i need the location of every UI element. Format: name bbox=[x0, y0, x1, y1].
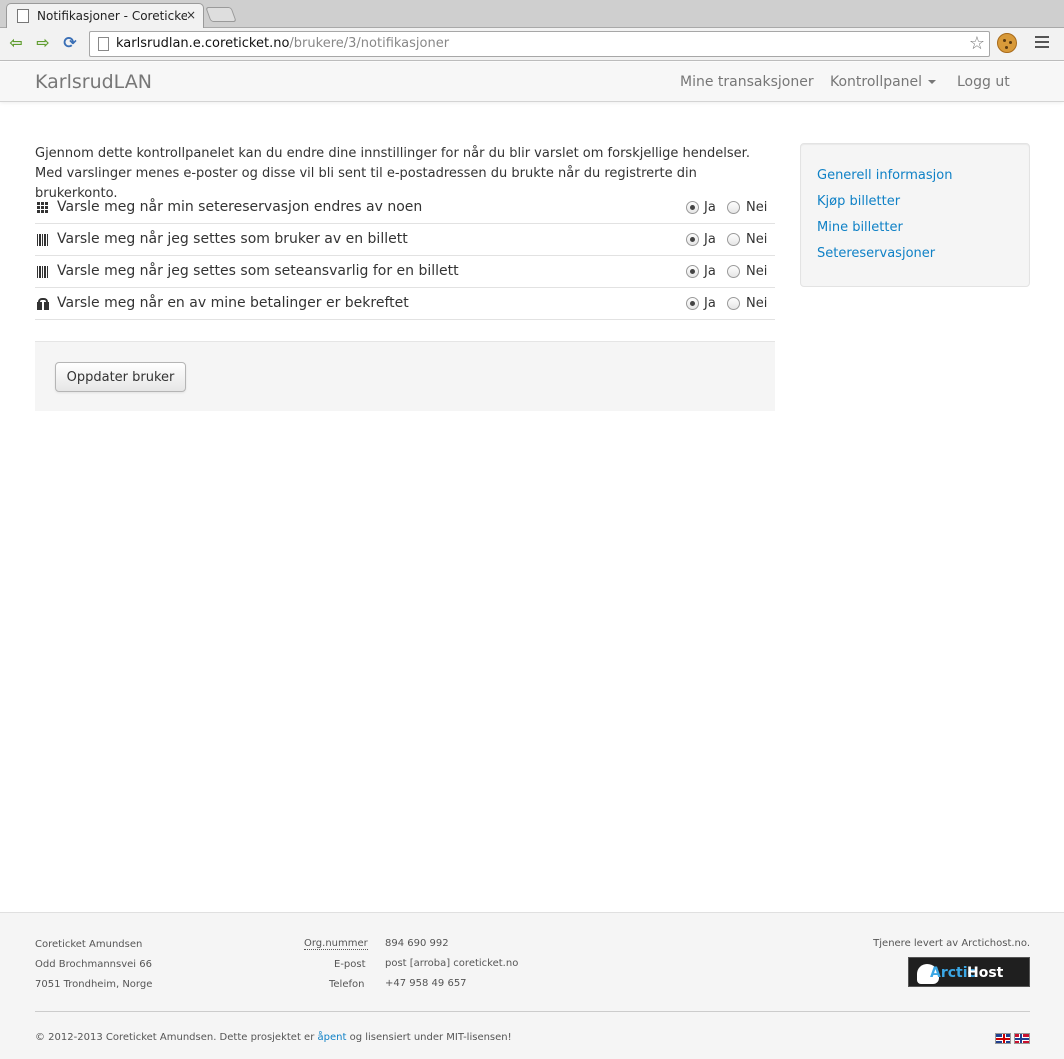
radio-no-label[interactable]: Nei bbox=[746, 296, 767, 311]
radio-no[interactable] bbox=[727, 233, 740, 246]
sidebar-item-buy-tickets[interactable]: Kjøp billetter bbox=[817, 194, 900, 209]
footer-email-label: E-post bbox=[334, 959, 366, 970]
logo-host-text: Host bbox=[967, 965, 1004, 981]
radio-yes-label[interactable]: Ja bbox=[704, 232, 716, 247]
footer-company: Coreticket Amundsen bbox=[35, 939, 143, 950]
radio-no[interactable] bbox=[727, 297, 740, 310]
back-arrow-icon[interactable]: ⇦ bbox=[6, 33, 26, 53]
reload-icon[interactable]: ⟳ bbox=[60, 33, 80, 53]
radio-yes[interactable] bbox=[686, 201, 699, 214]
footer-street: Odd Brochmannsvei 66 bbox=[35, 959, 152, 970]
notification-settings: Varsle meg når min setereservasjon endre… bbox=[35, 192, 775, 320]
site-navbar: KarlsrudLAN Mine transaksjoner Kontrollp… bbox=[0, 62, 1064, 102]
new-tab-button[interactable] bbox=[205, 7, 237, 22]
footer-phone-label: Telefon bbox=[329, 979, 365, 990]
browser-tabbar: Notifikasjoner - Coreticket × bbox=[0, 0, 1064, 28]
form-actions: Oppdater bruker bbox=[35, 341, 775, 411]
url-host: karlsrudlan.e.coreticket.no bbox=[116, 36, 290, 51]
notification-row: Varsle meg når jeg settes som seteansvar… bbox=[35, 256, 775, 288]
sidebar-item-general-info[interactable]: Generell informasjon bbox=[817, 168, 952, 183]
address-bar[interactable]: karlsrudlan.e.coreticket.no/brukere/3/no… bbox=[89, 31, 990, 57]
barcode-icon bbox=[37, 234, 49, 246]
footer-divider bbox=[35, 1011, 1030, 1012]
cookie-extension-icon[interactable] bbox=[997, 33, 1017, 53]
grid-icon bbox=[37, 202, 49, 214]
notification-label: Varsle meg når min setereservasjon endre… bbox=[57, 199, 423, 215]
license-text: og lisensiert under MIT-lisensen! bbox=[349, 1032, 512, 1043]
tab-title: Notifikasjoner - Coreticket bbox=[37, 9, 187, 23]
nav-dropdown-control-panel[interactable]: Kontrollpanel bbox=[830, 74, 937, 90]
radio-yes[interactable] bbox=[686, 297, 699, 310]
copyright-text: © 2012-2013 Coreticket Amundsen. Dette p… bbox=[35, 1032, 315, 1043]
forward-arrow-icon[interactable]: ⇨ bbox=[33, 33, 53, 53]
gift-icon bbox=[37, 298, 49, 310]
footer-org-label: Org.nummer bbox=[304, 938, 368, 950]
notification-row: Varsle meg når en av mine betalinger er … bbox=[35, 288, 775, 320]
url-text: karlsrudlan.e.coreticket.no/brukere/3/no… bbox=[116, 36, 449, 51]
radio-yes[interactable] bbox=[686, 233, 699, 246]
radio-no-label[interactable]: Nei bbox=[746, 264, 767, 279]
radio-yes-label[interactable]: Ja bbox=[704, 296, 716, 311]
sidebar-nav: Generell informasjon Kjøp billetter Mine… bbox=[800, 143, 1030, 287]
notification-row: Varsle meg når jeg settes som bruker av … bbox=[35, 224, 775, 256]
caret-down-icon bbox=[928, 80, 937, 84]
url-path: /brukere/3/notifikasjoner bbox=[289, 36, 450, 51]
nav-link-transactions[interactable]: Mine transaksjoner bbox=[680, 74, 814, 90]
radio-no-label[interactable]: Nei bbox=[746, 200, 767, 215]
update-user-button[interactable]: Oppdater bruker bbox=[55, 362, 186, 392]
open-source-link[interactable]: åpent bbox=[318, 1032, 347, 1043]
norway-flag-icon[interactable] bbox=[1014, 1033, 1030, 1044]
notification-row: Varsle meg når min setereservasjon endre… bbox=[35, 192, 775, 224]
sidebar-item-my-tickets[interactable]: Mine billetter bbox=[817, 220, 903, 235]
page-icon bbox=[17, 9, 29, 23]
notification-label: Varsle meg når jeg settes som bruker av … bbox=[57, 231, 408, 247]
sidebar-item-seat-reservations[interactable]: Setereservasjoner bbox=[817, 246, 935, 261]
notification-label: Varsle meg når en av mine betalinger er … bbox=[57, 295, 409, 311]
brand-logo[interactable]: KarlsrudLAN bbox=[35, 71, 152, 93]
arctichost-logo[interactable]: Arctic Host bbox=[908, 957, 1030, 987]
radio-no-label[interactable]: Nei bbox=[746, 232, 767, 247]
footer-org-value: 894 690 992 bbox=[385, 938, 449, 949]
footer-copyright: © 2012-2013 Coreticket Amundsen. Dette p… bbox=[35, 1032, 512, 1043]
footer-city: 7051 Trondheim, Norge bbox=[35, 979, 153, 990]
browser-menu-icon[interactable] bbox=[1035, 36, 1049, 50]
notification-label: Varsle meg når jeg settes som seteansvar… bbox=[57, 263, 459, 279]
nav-link-logout[interactable]: Logg ut bbox=[957, 74, 1010, 90]
barcode-icon bbox=[37, 266, 49, 278]
footer-email-value: post [arroba] coreticket.no bbox=[385, 958, 519, 969]
browser-toolbar: ⇦ ⇨ ⟳ karlsrudlan.e.coreticket.no/bruker… bbox=[0, 28, 1064, 61]
uk-flag-icon[interactable] bbox=[995, 1033, 1011, 1044]
radio-no[interactable] bbox=[727, 201, 740, 214]
bookmark-star-icon[interactable]: ☆ bbox=[969, 33, 985, 54]
site-footer: Coreticket Amundsen Odd Brochmannsvei 66… bbox=[0, 912, 1064, 1059]
tab-close-icon[interactable]: × bbox=[186, 8, 196, 22]
footer-phone-value: +47 958 49 657 bbox=[385, 978, 467, 989]
radio-yes[interactable] bbox=[686, 265, 699, 278]
page-icon bbox=[98, 37, 109, 51]
radio-yes-label[interactable]: Ja bbox=[704, 264, 716, 279]
radio-no[interactable] bbox=[727, 265, 740, 278]
footer-hosting-text: Tjenere levert av Arctichost.no. bbox=[873, 938, 1030, 949]
browser-tab[interactable]: Notifikasjoner - Coreticket × bbox=[6, 3, 204, 28]
radio-yes-label[interactable]: Ja bbox=[704, 200, 716, 215]
nav-dropdown-label: Kontrollpanel bbox=[830, 74, 923, 90]
